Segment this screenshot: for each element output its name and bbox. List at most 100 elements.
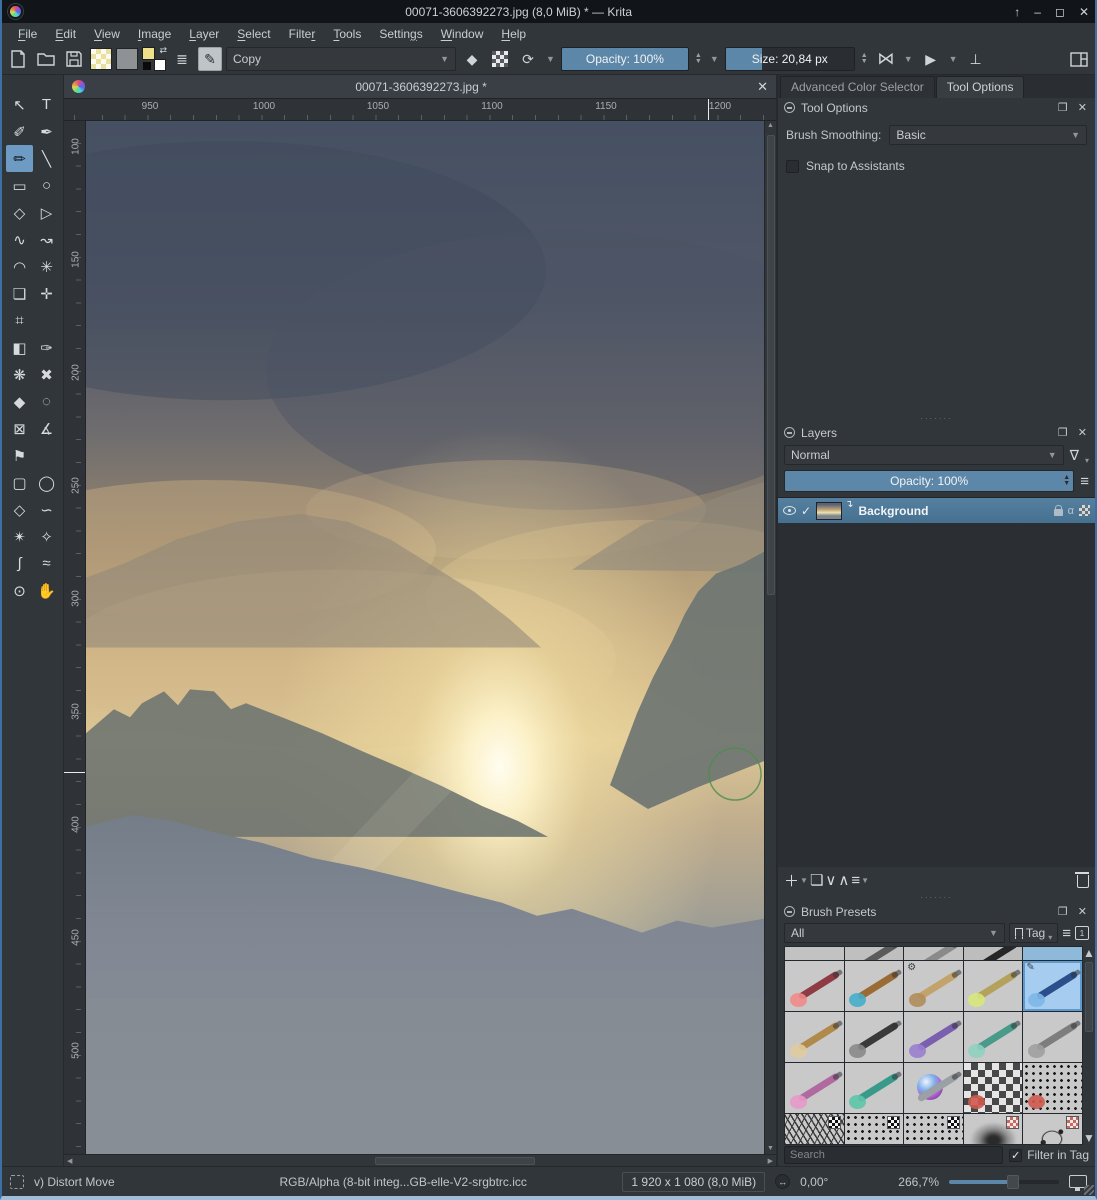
menu-file[interactable]: File: [10, 25, 45, 43]
polyline-tool[interactable]: ▷: [33, 199, 60, 226]
ellipse-tool[interactable]: ○: [33, 172, 60, 199]
preset-halftone-diagonal[interactable]: [904, 1114, 963, 1144]
docker-lock-icon[interactable]: [784, 427, 795, 438]
zoom-tool[interactable]: ⊙: [6, 577, 33, 604]
document-tab[interactable]: 00071-3606392273.jpg * ✕: [64, 75, 776, 98]
select-shapes-tool[interactable]: ↖: [6, 91, 33, 118]
eraser-mode-button[interactable]: ◆: [460, 47, 484, 71]
crop-tool[interactable]: ⌗: [6, 307, 33, 334]
gradient-chooser-chip[interactable]: [90, 48, 112, 70]
preset-halftone-checker[interactable]: [1023, 1063, 1082, 1113]
preset-partial-2[interactable]: [844, 947, 904, 960]
canvas[interactable]: [86, 121, 764, 1154]
docker-resize-handle[interactable]: ·······: [778, 414, 1095, 423]
calligraphy-tool[interactable]: ✒: [33, 118, 60, 145]
layer-options-icon[interactable]: ≡: [1080, 473, 1089, 490]
new-document-button[interactable]: [6, 47, 30, 71]
scroll-left-icon[interactable]: ◀: [64, 1156, 75, 1166]
layer-lock-icon[interactable]: [1053, 505, 1063, 516]
dynamic-brush-tool[interactable]: ◠: [6, 253, 33, 280]
magnetic-selection-tool[interactable]: ≈: [33, 550, 60, 577]
layer-inherit-alpha-icon[interactable]: [1079, 505, 1090, 516]
keep-above-button[interactable]: ↑: [1014, 5, 1020, 19]
move-tool[interactable]: ✛: [33, 280, 60, 307]
edit-shapes-tool[interactable]: ✐: [6, 118, 33, 145]
preset-marker-purple[interactable]: [904, 1012, 963, 1062]
choose-workspace-button[interactable]: [1067, 47, 1091, 71]
canvas-vertical-scrollbar[interactable]: ▲ ▼: [764, 121, 776, 1154]
storage-icon[interactable]: 1: [1075, 926, 1089, 940]
layer-opacity-slider[interactable]: Opacity: 100% ▲ ▼: [784, 470, 1075, 492]
opacity-slider[interactable]: Opacity: 100%: [560, 47, 689, 71]
docker-resize-handle[interactable]: ·······: [778, 893, 1095, 902]
close-docker-icon[interactable]: ✕: [1076, 426, 1089, 439]
preset-transparency-checker[interactable]: [963, 1063, 1023, 1113]
elliptical-selection-tool[interactable]: ◯: [33, 469, 60, 496]
brush-smoothing-dropdown[interactable]: Basic ▼: [889, 125, 1087, 145]
docker-lock-icon[interactable]: [784, 906, 795, 917]
vertical-scroll-thumb[interactable]: [766, 135, 775, 595]
mirror-horizontal-icon[interactable]: ⋈: [874, 47, 898, 71]
preset-marker-teal[interactable]: [963, 1012, 1023, 1062]
chevron-down-icon[interactable]: ▼: [902, 54, 915, 64]
measure-tool[interactable]: ∡: [33, 415, 60, 442]
scroll-right-icon[interactable]: ▶: [765, 1156, 776, 1166]
preset-brush-teal-flowers[interactable]: [844, 1063, 904, 1113]
display-mode-icon[interactable]: ≡: [1062, 925, 1071, 942]
horizontal-scroll-thumb[interactable]: [375, 1156, 536, 1165]
gradient-tool[interactable]: ◧: [6, 334, 33, 361]
multibrush-tool[interactable]: ✳: [33, 253, 60, 280]
pattern-chooser-chip[interactable]: [116, 48, 138, 70]
preset-flower-pen[interactable]: [785, 1012, 844, 1062]
move-layer-down-button[interactable]: ∨: [825, 871, 836, 889]
layer-properties-button[interactable]: ≡ ▼: [851, 872, 869, 889]
document-size-button[interactable]: 1 920 x 1 080 (8,0 MiB): [622, 1171, 766, 1192]
preset-partial-1[interactable]: [785, 947, 844, 960]
float-docker-icon[interactable]: ❐: [1056, 101, 1070, 114]
preset-hatch-texture[interactable]: [785, 1114, 844, 1144]
preset-pencil-sketch[interactable]: [1023, 1012, 1082, 1062]
open-document-button[interactable]: [34, 47, 58, 71]
layer-row-background[interactable]: ✓ ↴ Background α: [778, 498, 1095, 523]
blending-mode-dropdown[interactable]: Copy ▼: [226, 47, 456, 71]
preset-selected-blue[interactable]: ✎: [1023, 961, 1082, 1011]
float-docker-icon[interactable]: ❐: [1056, 426, 1070, 439]
mirror-vertical-icon[interactable]: ▶: [919, 47, 943, 71]
chevron-down-icon[interactable]: ▼: [708, 54, 721, 64]
close-document-icon[interactable]: ✕: [757, 79, 768, 95]
preset-partial-3[interactable]: [904, 947, 963, 960]
close-button[interactable]: ✕: [1079, 5, 1089, 19]
preset-pencils-pink[interactable]: [785, 1063, 844, 1113]
freehand-selection-tool[interactable]: ∽: [33, 496, 60, 523]
preset-airbrush-sphere[interactable]: [904, 1063, 963, 1113]
scroll-down-icon[interactable]: ▼: [1083, 1131, 1095, 1145]
zoom-slider[interactable]: [949, 1174, 1059, 1189]
polygon-tool[interactable]: ◇: [6, 199, 33, 226]
tab-advanced-color-selector[interactable]: Advanced Color Selector: [780, 76, 935, 98]
layer-name[interactable]: Background: [858, 504, 1048, 518]
preset-partial-4[interactable]: [963, 947, 1023, 960]
menu-select[interactable]: Select: [229, 25, 278, 43]
resize-grip[interactable]: [1084, 1185, 1094, 1195]
opacity-spinner[interactable]: ▲ ▼: [693, 52, 704, 65]
menu-layer[interactable]: Layer: [181, 25, 227, 43]
duplicate-layer-button[interactable]: ❏: [810, 871, 823, 889]
bezier-curve-tool[interactable]: ∿: [6, 226, 33, 253]
freehand-path-tool[interactable]: ↝: [33, 226, 60, 253]
menu-edit[interactable]: Edit: [47, 25, 84, 43]
preset-chalk[interactable]: ⚙: [904, 961, 963, 1011]
layer-opacity-spinner[interactable]: ▲ ▼: [1061, 472, 1073, 490]
rectangular-selection-tool[interactable]: ▢: [6, 469, 33, 496]
preset-scrollbar[interactable]: ▲ ▼: [1083, 946, 1095, 1145]
chevron-down-icon[interactable]: ▼: [947, 54, 960, 64]
menu-settings[interactable]: Settings: [371, 25, 430, 43]
scroll-up-icon[interactable]: ▲: [767, 121, 774, 131]
pan-tool[interactable]: ✋: [33, 577, 60, 604]
filter-in-tag-checkbox[interactable]: ✓: [1009, 1148, 1023, 1162]
preset-stamp-ring[interactable]: [963, 961, 1023, 1011]
scroll-down-icon[interactable]: ▼: [767, 1144, 774, 1154]
preset-search-input[interactable]: [784, 1146, 1004, 1164]
menu-help[interactable]: Help: [493, 25, 534, 43]
brush-size-slider[interactable]: Size: 20,84 px: [724, 47, 855, 71]
preset-stamp-gold[interactable]: [844, 961, 904, 1011]
